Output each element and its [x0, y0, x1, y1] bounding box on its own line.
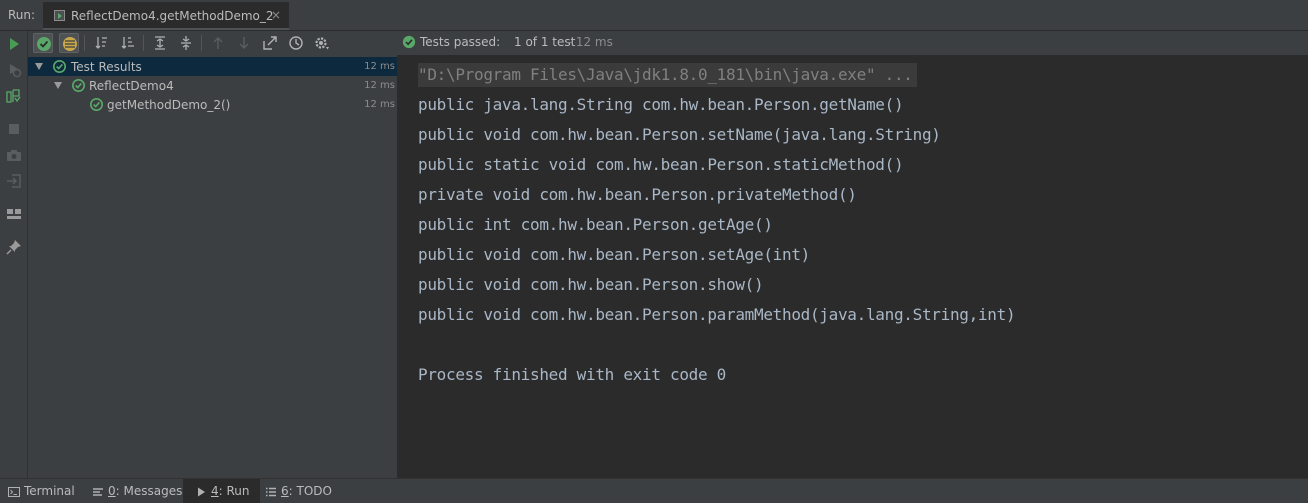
toolbar-separator: [201, 35, 202, 51]
restore-layout-button[interactable]: [6, 206, 22, 222]
toolbar-separator: [143, 35, 144, 51]
run-label: Run:: [8, 8, 36, 22]
messages-tool-button[interactable]: 0: Messages: [92, 479, 182, 503]
toggle-auto-test-icon: [6, 89, 21, 103]
pin-tab-button[interactable]: [6, 239, 22, 255]
toggle-auto-test-button[interactable]: [6, 88, 22, 104]
console-exit-line: Process finished with exit code 0: [418, 365, 726, 384]
collapse-all-button[interactable]: [176, 33, 196, 53]
test-history-button[interactable]: [286, 33, 306, 53]
test-passed-icon: [402, 35, 416, 49]
console-line: public void com.hw.bean.Person.show(): [418, 275, 764, 294]
console-command-line[interactable]: "D:\Program Files\Java\jdk1.8.0_181\bin\…: [418, 63, 917, 87]
console-line: public void com.hw.bean.Person.setName(j…: [418, 125, 941, 144]
test-passed-icon: [90, 98, 103, 111]
tree-node-duration: 12 ms: [364, 80, 395, 91]
terminal-icon: [8, 486, 20, 497]
console-line: public java.lang.String com.hw.bean.Pers…: [418, 95, 904, 114]
messages-label: : Messages: [115, 484, 183, 498]
collapse-all-icon: [181, 36, 191, 50]
tree-node-label: Test Results: [71, 60, 142, 74]
tree-node-label: getMethodDemo_2(): [107, 98, 231, 112]
exit-button[interactable]: [6, 173, 22, 189]
show-passed-button[interactable]: [33, 33, 53, 53]
settings-button[interactable]: [312, 33, 332, 53]
layout-icon: [7, 209, 21, 219]
passed-filter-icon: [37, 37, 51, 51]
run-side-toolbar: [0, 31, 28, 478]
sort-alpha-icon: [95, 37, 107, 49]
expand-arrow-icon[interactable]: [54, 82, 62, 89]
todo-list-icon: [266, 487, 276, 496]
run-tool-button[interactable]: 4: Run: [183, 479, 260, 503]
messages-shortcut: 0: [108, 484, 116, 498]
toolbar-separator: [84, 35, 85, 51]
tree-node-label: ReflectDemo4: [89, 79, 174, 93]
run-shortcut: 4: [211, 484, 219, 498]
todo-shortcut: 6: [281, 484, 289, 498]
rerun-button[interactable]: [6, 36, 22, 52]
tree-row-test-class[interactable]: ReflectDemo4 12 ms: [28, 76, 397, 95]
previous-failed-button[interactable]: [208, 33, 228, 53]
run-tab-title: ReflectDemo4.getMethodDemo_2: [71, 9, 274, 23]
pin-icon: [6, 240, 21, 255]
rerun-failed-button[interactable]: [6, 62, 22, 78]
todo-tool-button[interactable]: 6: TODO: [265, 479, 332, 503]
test-passed-icon: [53, 60, 66, 73]
close-tab-icon[interactable]: ×: [271, 8, 281, 22]
play-icon: [198, 487, 205, 496]
tests-duration: – 12 ms: [566, 35, 613, 49]
play-icon: [10, 38, 19, 50]
todo-label: : TODO: [288, 484, 332, 498]
camera-icon: [7, 150, 21, 161]
rerun-failed-icon: [10, 64, 22, 78]
exit-icon: [7, 174, 21, 188]
test-results-tree: Test Results 12 ms ReflectDemo4 12 ms ge…: [28, 55, 398, 478]
dump-threads-button[interactable]: [6, 147, 22, 163]
stop-button[interactable]: [6, 121, 22, 137]
tests-passed-label: Tests passed:: [420, 35, 501, 49]
tree-node-duration: 12 ms: [364, 99, 395, 110]
gear-icon: [315, 37, 329, 50]
sort-by-duration-button[interactable]: [118, 33, 138, 53]
junit-config-icon: [54, 10, 65, 21]
export-icon: [263, 36, 277, 50]
console-output[interactable]: "D:\Program Files\Java\jdk1.8.0_181\bin\…: [399, 55, 1308, 478]
expand-all-button[interactable]: [150, 33, 170, 53]
next-failed-button[interactable]: [234, 33, 254, 53]
test-passed-icon: [72, 79, 85, 92]
console-line: public static void com.hw.bean.Person.st…: [418, 155, 904, 174]
run-label-bottom: : Run: [218, 484, 250, 498]
messages-icon: [93, 487, 103, 496]
run-tab-bar: Run: ReflectDemo4.getMethodDemo_2 ×: [0, 0, 1308, 31]
console-line: public int com.hw.bean.Person.getAge(): [418, 215, 773, 234]
terminal-tool-button[interactable]: Terminal: [8, 479, 75, 503]
export-results-button[interactable]: [260, 33, 280, 53]
run-config-tab[interactable]: ReflectDemo4.getMethodDemo_2 ×: [43, 2, 289, 30]
console-line: public void com.hw.bean.Person.setAge(in…: [418, 245, 810, 264]
tree-row-test-method[interactable]: getMethodDemo_2() 12 ms: [28, 95, 397, 114]
arrow-down-icon: [239, 37, 249, 49]
sort-duration-icon: [121, 37, 134, 49]
test-runner-toolbar: Tests passed: 1 of 1 test – 12 ms: [28, 31, 1308, 55]
sort-alphabetically-button[interactable]: [92, 33, 112, 53]
tool-window-bar: Terminal 0: Messages 4: Run 6: TODO: [0, 478, 1308, 503]
expand-arrow-icon[interactable]: [35, 63, 43, 70]
terminal-label: Terminal: [24, 484, 75, 498]
stop-icon: [9, 124, 19, 134]
tree-node-duration: 12 ms: [364, 61, 395, 72]
tree-row-test-results[interactable]: Test Results 12 ms: [28, 57, 397, 76]
arrow-up-icon: [213, 37, 223, 49]
show-ignored-button[interactable]: [59, 33, 79, 53]
console-line: private void com.hw.bean.Person.privateM…: [418, 185, 857, 204]
ignored-filter-icon: [63, 37, 77, 51]
clock-icon: [289, 36, 303, 50]
expand-all-icon: [155, 36, 165, 50]
console-line: public void com.hw.bean.Person.paramMeth…: [418, 305, 1016, 324]
